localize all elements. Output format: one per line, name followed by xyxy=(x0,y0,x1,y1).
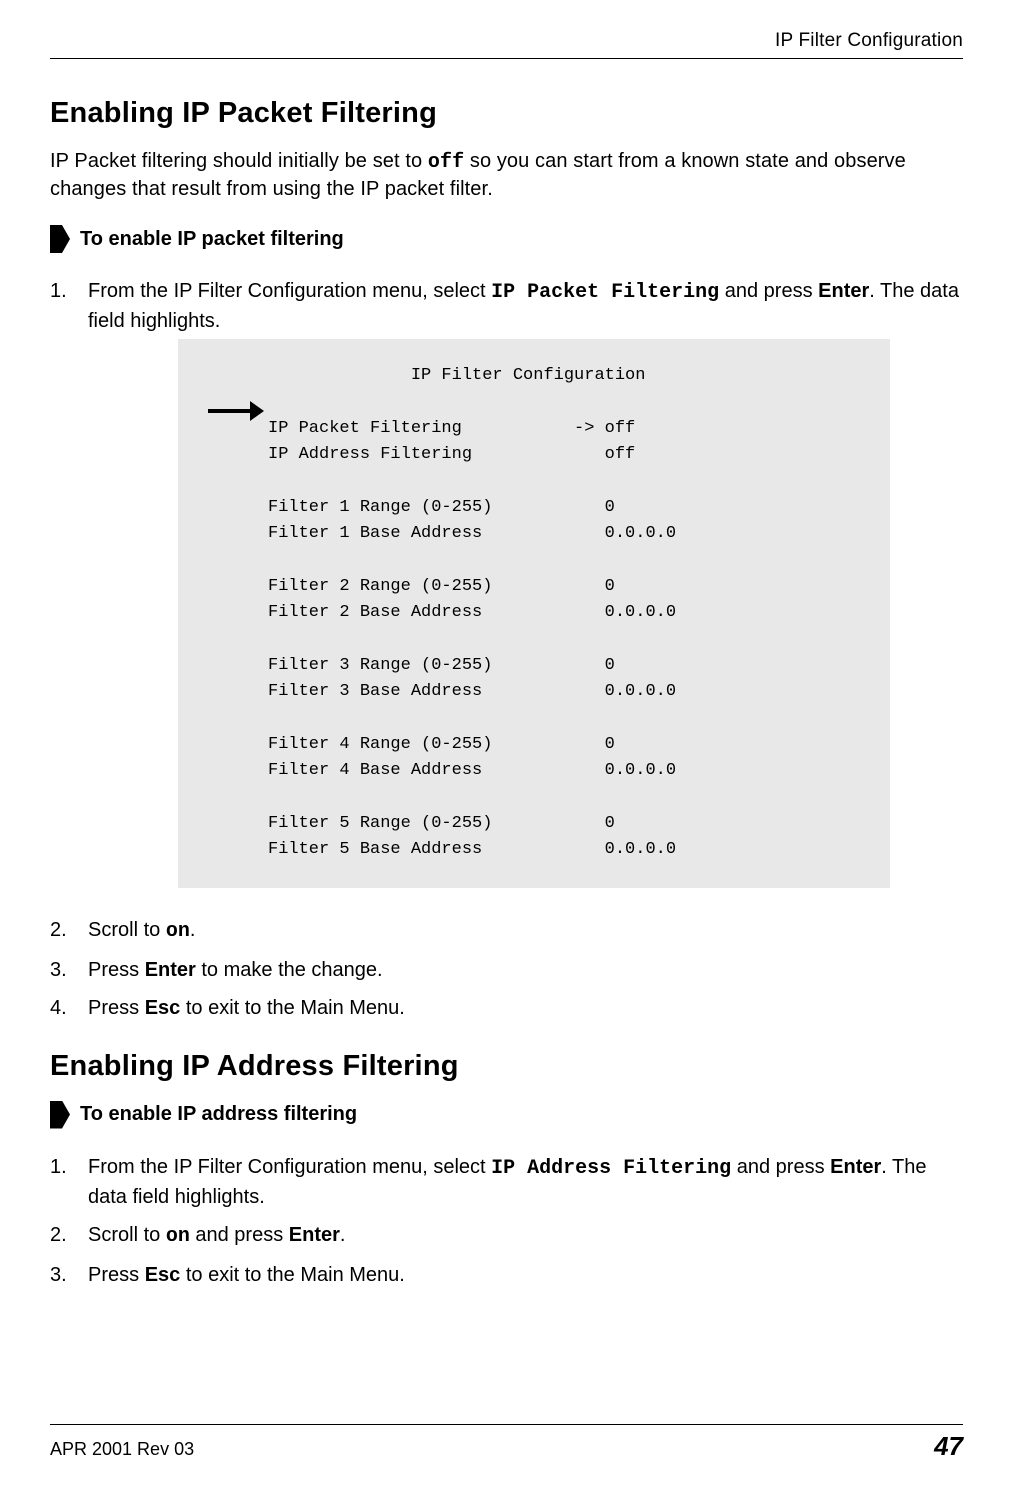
step-4: Press Esc to exit to the Main Menu. xyxy=(50,994,963,1022)
procedure-title: To enable IP address filtering xyxy=(80,1103,357,1126)
step-2: Scroll to on and press Enter. xyxy=(50,1221,963,1251)
inline-code-on: on xyxy=(166,1225,190,1248)
text-fragment: to make the change. xyxy=(196,959,383,981)
intro-paragraph: IP Packet filtering should initially be … xyxy=(50,148,963,203)
page-footer: APR 2001 Rev 03 47 xyxy=(50,1424,963,1462)
text-fragment: . xyxy=(340,1224,346,1246)
page-number: 47 xyxy=(934,1431,963,1462)
text-fragment: to exit to the Main Menu. xyxy=(180,997,405,1019)
inline-code-on: on xyxy=(166,920,190,943)
step-1: From the IP Filter Configuration menu, s… xyxy=(50,1153,963,1211)
terminal-screen: IP Filter Configuration IP Packet Filter… xyxy=(178,339,890,888)
key-enter: Enter xyxy=(289,1224,340,1246)
procedure-arrow-icon xyxy=(50,225,70,253)
section-heading-enabling-ip-packet-filtering: Enabling IP Packet Filtering xyxy=(50,97,963,130)
text-fragment: Press xyxy=(88,1264,145,1286)
text-fragment: . xyxy=(190,919,196,941)
key-enter: Enter xyxy=(818,280,869,302)
text-fragment: and press xyxy=(719,280,818,302)
steps-list-1: From the IP Filter Configuration menu, s… xyxy=(50,277,963,1022)
procedure-arrow-icon xyxy=(50,1101,70,1129)
key-esc: Esc xyxy=(145,997,181,1019)
text-fragment: to exit to the Main Menu. xyxy=(180,1264,405,1286)
step-1: From the IP Filter Configuration menu, s… xyxy=(50,277,963,888)
text-fragment: Press xyxy=(88,997,145,1019)
section-heading-enabling-ip-address-filtering: Enabling IP Address Filtering xyxy=(50,1050,963,1083)
terminal-figure: IP Filter Configuration IP Packet Filter… xyxy=(178,339,890,888)
text-fragment: IP Packet filtering should initially be … xyxy=(50,150,428,172)
document-page: IP Filter Configuration Enabling IP Pack… xyxy=(0,0,1013,1496)
procedure-header: To enable IP address filtering xyxy=(50,1101,963,1129)
inline-code: IP Packet Filtering xyxy=(491,281,719,304)
procedure-header: To enable IP packet filtering xyxy=(50,225,963,253)
inline-code-off: off xyxy=(428,151,464,174)
steps-list-2: From the IP Filter Configuration menu, s… xyxy=(50,1153,963,1289)
step-3: Press Enter to make the change. xyxy=(50,956,963,984)
step-2: Scroll to on. xyxy=(50,916,963,946)
key-esc: Esc xyxy=(145,1264,181,1286)
inline-code: IP Address Filtering xyxy=(491,1157,731,1180)
text-fragment: and press xyxy=(731,1156,830,1178)
text-fragment: From the IP Filter Configuration menu, s… xyxy=(88,1156,491,1178)
text-fragment: and press xyxy=(190,1224,289,1246)
key-enter: Enter xyxy=(145,959,196,981)
procedure-title: To enable IP packet filtering xyxy=(80,228,344,251)
footer-date-rev: APR 2001 Rev 03 xyxy=(50,1439,194,1460)
text-fragment: Scroll to xyxy=(88,919,166,941)
text-fragment: From the IP Filter Configuration menu, s… xyxy=(88,280,491,302)
step-3: Press Esc to exit to the Main Menu. xyxy=(50,1261,963,1289)
text-fragment: Scroll to xyxy=(88,1224,166,1246)
callout-arrow-icon xyxy=(208,401,264,421)
running-header: IP Filter Configuration xyxy=(50,30,963,59)
key-enter: Enter xyxy=(830,1156,881,1178)
text-fragment: Press xyxy=(88,959,145,981)
